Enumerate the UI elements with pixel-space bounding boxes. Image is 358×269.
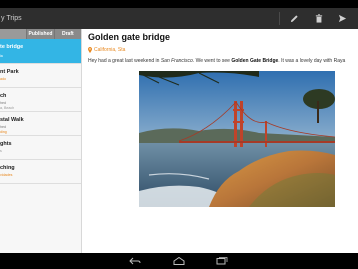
trip-title: te bridge [0, 44, 24, 50]
trip-item-coastal-walk[interactable]: stal Walk hed ding [0, 112, 81, 136]
app-title: y Trips [1, 15, 22, 22]
trip-location: ado [0, 77, 6, 81]
content-area: Published Draft te bridge ia nt Park ado… [0, 29, 358, 253]
trip-title: ching [0, 165, 15, 171]
delete-button[interactable] [313, 13, 324, 24]
tab-draft[interactable]: Draft [55, 29, 81, 39]
description-city: San Francisco [160, 58, 193, 64]
trip-detail-panel: Golden gate bridge California, Sta Hey h… [82, 29, 358, 253]
location-pin-icon [88, 47, 92, 53]
share-button[interactable] [337, 13, 348, 24]
trip-location: ia [0, 54, 3, 58]
tab-all[interactable] [0, 29, 28, 39]
trip-status: hed [0, 125, 6, 129]
home-icon [173, 257, 185, 265]
trip-description: Hey had a great last weekend in San Fran… [88, 58, 345, 64]
trip-item-watching[interactable]: ching vidades [0, 160, 81, 184]
description-text: Hey had a great last weekend in [88, 58, 161, 64]
trip-item-golden-gate[interactable]: te bridge ia [0, 39, 81, 64]
trip-location: a, Beach [0, 106, 15, 110]
location-text: California, Sta [94, 47, 126, 53]
action-bar: y Trips [0, 8, 358, 29]
recents-icon [216, 257, 228, 265]
description-text: . We went to see [192, 58, 232, 64]
edit-button[interactable] [289, 13, 300, 24]
tab-published[interactable]: Published [27, 29, 55, 39]
trip-title: ghts [0, 141, 12, 147]
send-icon [338, 14, 347, 23]
trash-icon [315, 14, 322, 23]
recents-button[interactable] [215, 256, 229, 266]
action-separator [279, 12, 280, 25]
tab-bar: Published Draft [0, 29, 81, 39]
trip-photo[interactable] [139, 71, 335, 207]
navigation-bar [0, 253, 358, 269]
trip-item-lights[interactable]: ghts s [0, 136, 81, 160]
trip-status: hed [0, 101, 6, 105]
trip-title: nt Park [0, 69, 19, 75]
trip-title: stal Walk [0, 117, 24, 123]
trip-detail-title: Golden gate bridge [88, 32, 171, 42]
trip-detail-location[interactable]: California, Sta [88, 47, 125, 53]
trip-location: vidades [0, 173, 13, 177]
trip-item-park[interactable]: nt Park ado [0, 64, 81, 88]
action-bar-actions [279, 8, 348, 29]
description-landmark: Golden Gate Bridge [231, 58, 279, 64]
trip-item-beach[interactable]: ch hed a, Beach [0, 88, 81, 112]
home-button[interactable] [172, 256, 186, 266]
status-bar [0, 0, 358, 8]
pencil-icon [290, 15, 298, 23]
description-text: . It was a lovely day with Raya [278, 58, 346, 64]
trip-location: s [0, 149, 2, 153]
back-button[interactable] [128, 256, 142, 266]
golden-gate-photo [139, 71, 335, 207]
trip-location: ding [0, 130, 7, 134]
back-icon [129, 257, 141, 265]
trip-list-panel: Published Draft te bridge ia nt Park ado… [0, 29, 82, 253]
trip-title: ch [0, 93, 7, 99]
